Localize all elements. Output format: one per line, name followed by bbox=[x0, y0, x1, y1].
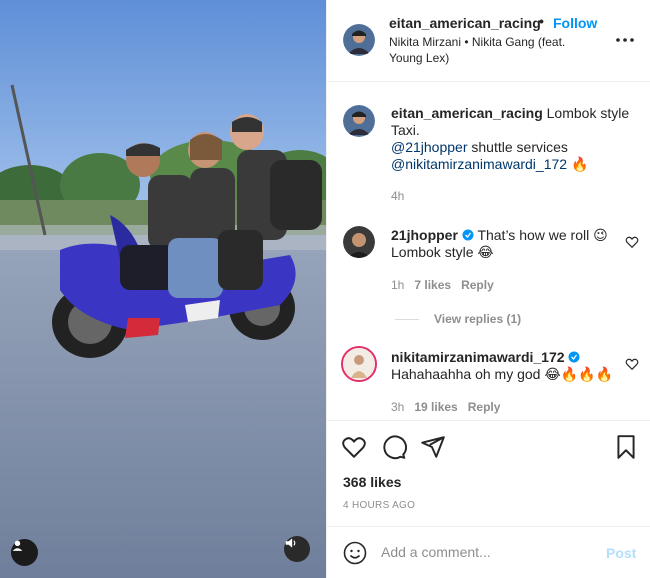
caption-mention-2[interactable]: @nikitamirzanimawardi_172 bbox=[391, 156, 567, 172]
video-frame-illustration bbox=[0, 0, 326, 578]
caption-text: eitan_american_racing Lombok style Taxi.… bbox=[391, 105, 639, 173]
comment-avatar[interactable] bbox=[341, 346, 377, 382]
comment-text: 21jhopper That’s how we roll 😉Lombok sty… bbox=[391, 227, 609, 261]
bookmark-icon[interactable] bbox=[613, 434, 639, 460]
post-actions: 368 likes 4 HOURS AGO bbox=[327, 420, 650, 526]
comment-likes[interactable]: 19 likes bbox=[414, 400, 457, 414]
comments-list[interactable]: eitan_american_racing Lombok style Taxi.… bbox=[327, 83, 650, 420]
comment-text: nikitamirzanimawardi_172 Hahahaahha oh m… bbox=[391, 349, 619, 383]
header-separator: • bbox=[539, 13, 544, 29]
caption-line-2: shuttle services bbox=[471, 139, 568, 155]
comment-likes[interactable]: 7 likes bbox=[414, 278, 451, 292]
replies-divider bbox=[395, 319, 419, 320]
audio-track-link[interactable]: Nikita Mirzani • Nikita Gang (feat. Youn… bbox=[389, 34, 599, 66]
heart-icon[interactable] bbox=[625, 235, 639, 249]
reply-button[interactable]: Reply bbox=[468, 400, 501, 414]
add-comment-bar: Post bbox=[327, 526, 650, 578]
comment-time[interactable]: 3h bbox=[391, 400, 404, 414]
post-video[interactable] bbox=[0, 0, 326, 578]
comment-username[interactable]: 21jhopper bbox=[391, 227, 458, 243]
comment-meta: 1h 7 likes Reply bbox=[391, 278, 494, 292]
likes-count[interactable]: 368 likes bbox=[343, 474, 401, 490]
user-tag-icon[interactable] bbox=[11, 539, 38, 566]
post-button[interactable]: Post bbox=[606, 545, 636, 561]
caption-time[interactable]: 4h bbox=[391, 189, 404, 203]
comment-meta: 3h 19 likes Reply bbox=[391, 400, 500, 414]
post-header: eitan_american_racing • Follow Nikita Mi… bbox=[327, 0, 650, 82]
heart-icon[interactable] bbox=[341, 434, 367, 460]
post-time[interactable]: 4 HOURS AGO bbox=[343, 500, 415, 511]
post-panel: eitan_american_racing • Follow Nikita Mi… bbox=[326, 0, 650, 578]
more-icon[interactable] bbox=[615, 30, 635, 50]
heart-icon[interactable] bbox=[625, 357, 639, 371]
comment-input[interactable] bbox=[381, 537, 601, 567]
follow-button[interactable]: Follow bbox=[553, 15, 597, 31]
caption-avatar[interactable] bbox=[343, 105, 375, 137]
author-avatar[interactable] bbox=[343, 24, 375, 56]
author-username[interactable]: eitan_american_racing bbox=[389, 15, 541, 31]
caption-username[interactable]: eitan_american_racing bbox=[391, 105, 543, 121]
comment-body: Hahahaahha oh my god 😂🔥🔥🔥 bbox=[391, 366, 613, 382]
verified-icon bbox=[568, 349, 580, 365]
share-icon[interactable] bbox=[420, 434, 446, 460]
audio-icon[interactable] bbox=[284, 536, 310, 562]
view-replies-button[interactable]: View replies (1) bbox=[434, 312, 521, 326]
comment-username[interactable]: nikitamirzanimawardi_172 bbox=[391, 349, 565, 365]
comment-icon[interactable] bbox=[381, 434, 407, 460]
caption-emoji: 🔥 bbox=[570, 156, 589, 172]
caption-mention-1[interactable]: @21jhopper bbox=[391, 139, 468, 155]
comment-avatar[interactable] bbox=[343, 226, 375, 258]
reply-button[interactable]: Reply bbox=[461, 278, 494, 292]
verified-icon bbox=[462, 227, 474, 243]
comment-time[interactable]: 1h bbox=[391, 278, 404, 292]
emoji-icon[interactable] bbox=[343, 541, 367, 565]
